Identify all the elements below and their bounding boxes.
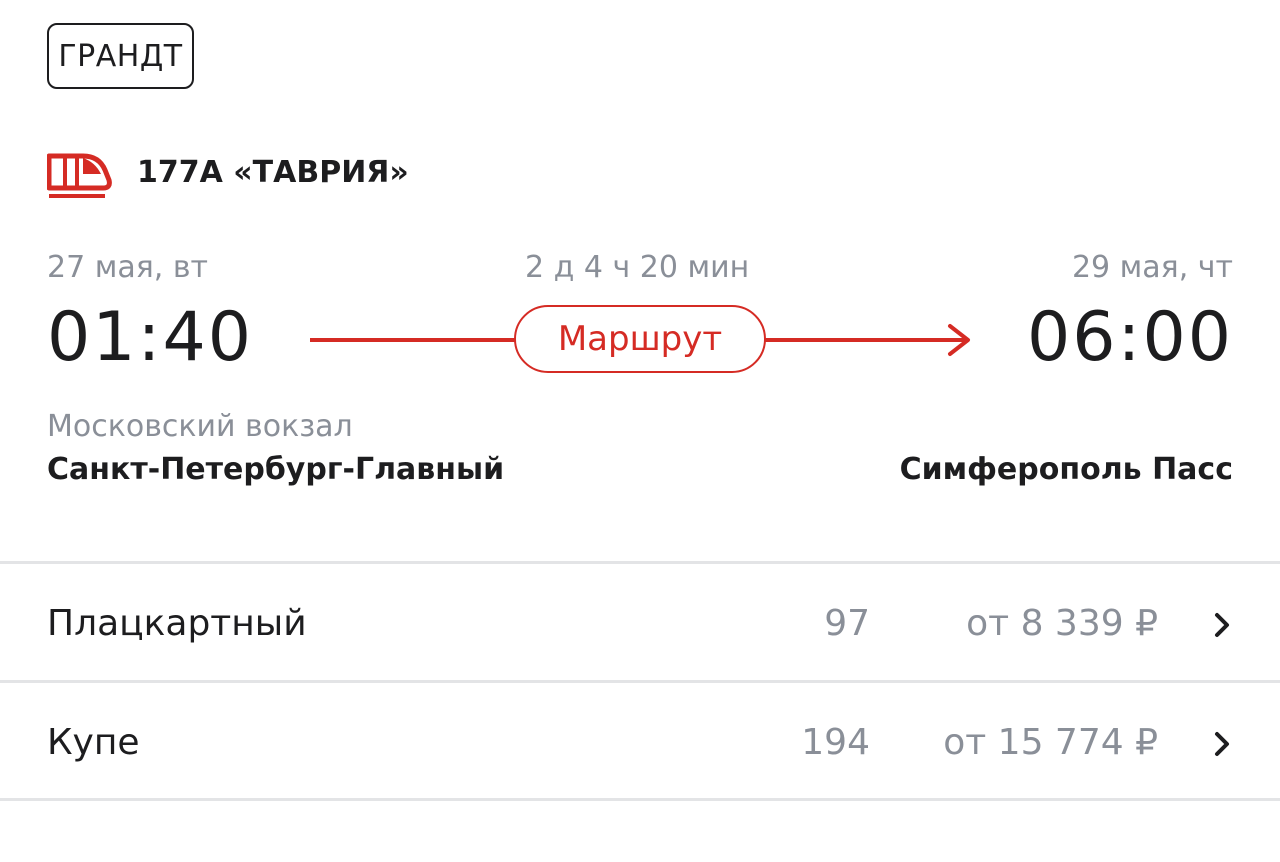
class-price: от 8 339 ₽ — [966, 603, 1158, 644]
departure-station-sub: Московский вокзал — [47, 409, 353, 444]
train-card: ГРАНДТ 177А «ТАВРИЯ» 27 мая, вт 2 д 4 ч … — [0, 0, 1280, 862]
class-name: Купе — [47, 722, 140, 763]
departure-time: 01:40 — [47, 298, 253, 377]
arrival-time: 06:00 — [1027, 298, 1233, 377]
class-seats: 194 — [801, 722, 870, 763]
route-button[interactable]: Маршрут — [514, 305, 766, 373]
class-seats: 97 — [824, 603, 870, 644]
class-price: от 15 774 ₽ — [943, 722, 1158, 763]
class-row-platskart[interactable]: Плацкартный 97 от 8 339 ₽ — [0, 564, 1280, 680]
departure-station: Санкт-Петербург-Главный — [47, 452, 505, 487]
departure-date: 27 мая, вт — [47, 250, 209, 285]
train-name: 177А «ТАВРИЯ» — [137, 155, 409, 190]
class-row-kupe[interactable]: Купе 194 от 15 774 ₽ — [0, 683, 1280, 799]
tag-badge: ГРАНДТ — [47, 23, 194, 89]
chevron-right-icon — [1215, 732, 1229, 756]
trip-duration: 2 д 4 ч 20 мин — [525, 250, 750, 285]
divider — [0, 798, 1280, 801]
chevron-right-icon — [1215, 613, 1229, 637]
train-icon — [47, 153, 112, 198]
arrival-station: Симферополь Пасс — [899, 452, 1233, 487]
class-name: Плацкартный — [47, 603, 307, 644]
arrival-date: 29 мая, чт — [1071, 250, 1233, 285]
